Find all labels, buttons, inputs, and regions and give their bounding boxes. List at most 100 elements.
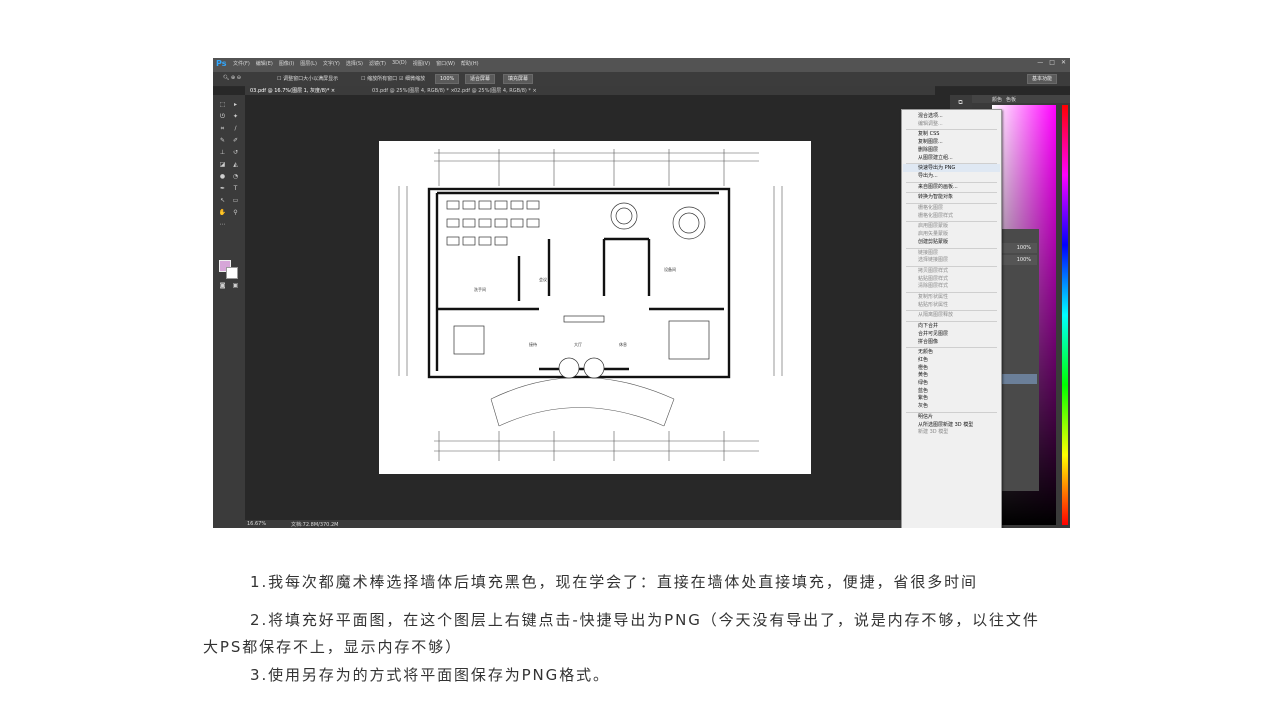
menu-item[interactable]: 图层(L) (300, 60, 317, 67)
screen-mode-icon[interactable]: ▣ (231, 282, 240, 289)
hand-tool-icon[interactable]: ✋ (218, 209, 227, 216)
menu-item[interactable]: 视图(V) (413, 60, 430, 67)
context-menu-item[interactable]: 复制形状属性 (918, 294, 948, 300)
menu-item[interactable]: 帮助(H) (461, 60, 479, 67)
context-menu-item[interactable]: 选择链接图层 (918, 257, 948, 263)
lasso-tool-icon[interactable]: ᘎ (218, 113, 227, 120)
paint-bucket-tool-icon[interactable]: ◭ (231, 161, 240, 168)
scrubby-zoom-label: 细微缩放 (405, 76, 426, 82)
zoom-level[interactable]: 16.67% (247, 521, 266, 527)
context-menu-item[interactable]: 拼合图像 (918, 339, 938, 345)
context-menu-item[interactable]: 转换为智能对象 (918, 194, 953, 200)
context-menu-item[interactable]: 栅格化图层 (918, 205, 943, 211)
context-menu-item[interactable]: 创建剪贴蒙版 (918, 239, 948, 245)
context-menu-item[interactable]: 明信片 (918, 414, 933, 420)
workspace-button[interactable]: 基本功能 (1027, 74, 1058, 84)
context-menu-item[interactable]: 无颜色 (918, 349, 933, 355)
context-menu-item[interactable]: 复制图层... (918, 139, 943, 145)
rectangle-tool-icon[interactable]: ▭ (231, 197, 240, 204)
menu-item[interactable]: 3D(D) (392, 60, 407, 67)
layer-opacity[interactable]: 100% (1017, 245, 1031, 251)
type-tool-icon[interactable]: T (231, 185, 240, 192)
context-menu-item[interactable]: 链接图层 (918, 250, 938, 256)
context-menu-item[interactable]: 粘贴形状属性 (918, 302, 948, 308)
context-menu-item[interactable]: 清除图层样式 (918, 283, 948, 289)
context-menu-item[interactable]: 黄色 (918, 372, 928, 378)
tab-swatches[interactable]: 色板 (1006, 96, 1016, 103)
close-icon[interactable]: ✕ (1061, 59, 1066, 66)
zoom-tool-icon[interactable]: 🔍︎ ⊕ ⊖ (223, 75, 241, 81)
context-menu-item[interactable]: 编辑调整... (918, 121, 943, 127)
menu-item[interactable]: 文件(F) (233, 60, 250, 67)
context-menu-item[interactable]: 拷贝图层样式 (918, 268, 948, 274)
zoom-all-checkbox[interactable]: ☐ 缩放所有窗口 (361, 75, 397, 82)
context-menu-item[interactable]: 从所选图层新建 3D 模型 (918, 422, 973, 428)
doc-size: 文档:72.8M/370.2M (291, 522, 339, 528)
context-menu-item[interactable]: 启用图层蒙版 (918, 223, 948, 229)
zoom-tool-icon[interactable]: ⚲ (231, 209, 240, 216)
dodge-tool-icon[interactable]: ◔ (231, 173, 240, 180)
context-menu-item[interactable]: 合并可见图层 (918, 331, 948, 337)
hue-slider[interactable] (1062, 105, 1068, 525)
background-color-swatch[interactable] (226, 267, 238, 279)
context-menu-item[interactable]: 新建 3D 模型 (918, 429, 948, 435)
fill-screen-button[interactable]: 填充屏幕 (503, 74, 534, 84)
healing-brush-tool-icon[interactable]: ✎ (218, 137, 227, 144)
context-menu-item[interactable]: 复制 CSS (918, 131, 939, 137)
menu-item[interactable]: 滤镜(T) (369, 60, 386, 67)
context-menu-item[interactable]: 红色 (918, 357, 928, 363)
layer-selected[interactable] (1001, 374, 1037, 384)
crop-tool-icon[interactable]: ⌗ (218, 125, 227, 132)
document-tab[interactable]: 03.pdf @ 25%(图层 4, RGB/8) * × (372, 87, 455, 94)
context-menu-item[interactable]: 从隔离图层释放 (918, 312, 953, 318)
context-menu-item[interactable]: 灰色 (918, 403, 928, 409)
room-label: 会议 (539, 276, 547, 282)
context-menu-item[interactable]: 橙色 (918, 365, 928, 371)
context-menu-item[interactable]: 来自图层的画板... (918, 184, 958, 190)
document-tab-active[interactable]: 03.pdf @ 16.7%(图层 1, 灰度/8)* × (250, 87, 335, 94)
context-menu-item[interactable]: 导出为... (918, 173, 938, 179)
marquee-tool-icon[interactable]: ⬚ (218, 101, 227, 108)
context-menu-item[interactable]: 删除图层 (918, 147, 938, 153)
path-selection-tool-icon[interactable]: ↖ (218, 197, 227, 204)
maximize-icon[interactable]: □ (1049, 59, 1055, 66)
move-tool-icon[interactable]: ▸ (231, 101, 240, 108)
context-menu-item[interactable]: 绿色 (918, 380, 928, 386)
menu-item[interactable]: 文字(Y) (323, 60, 340, 67)
more-tools-icon[interactable]: ⋯ (218, 221, 227, 228)
eraser-tool-icon[interactable]: ◪ (218, 161, 227, 168)
color-panel-tabs: 颜色 色板 (972, 95, 1070, 103)
menu-item[interactable]: 编辑(E) (256, 60, 273, 67)
context-menu-item[interactable]: 混合选项... (918, 113, 943, 119)
scrubby-zoom-checkbox[interactable]: ☑ 细微缩放 (399, 75, 425, 82)
context-menu-item[interactable]: 启用矢量蒙版 (918, 231, 948, 237)
resize-windows-checkbox[interactable]: ☐ 调整窗口大小以满屏显示 (277, 75, 338, 82)
blur-tool-icon[interactable]: ● (218, 173, 227, 180)
eyedropper-tool-icon[interactable]: ∕ (231, 125, 240, 132)
history-panel-icon[interactable]: ⧉ (956, 99, 965, 106)
quick-mask-icon[interactable]: ◙ (218, 282, 227, 289)
menu-item[interactable]: 窗口(W) (436, 60, 455, 67)
context-menu-item[interactable]: 粘贴图层样式 (918, 276, 948, 282)
history-brush-tool-icon[interactable]: ↺ (231, 149, 240, 156)
menu-item[interactable]: 选择(S) (346, 60, 363, 67)
context-menu-item[interactable]: 蓝色 (918, 388, 928, 394)
zoom-100-button[interactable]: 100% (435, 74, 460, 84)
magic-wand-tool-icon[interactable]: ✦ (231, 113, 240, 120)
brush-tool-icon[interactable]: ✐ (231, 137, 240, 144)
minimize-icon[interactable]: — (1037, 59, 1043, 66)
context-menu-item[interactable]: 从图层建立组... (918, 155, 953, 161)
tab-color[interactable]: 颜色 (992, 96, 1002, 103)
fit-screen-button[interactable]: 适合屏幕 (465, 74, 496, 84)
context-menu-item[interactable]: 栅格化图层样式 (918, 213, 953, 219)
floor-plan-document[interactable]: 会议 大厅 接待 休息 洗手间 设备间 (379, 141, 811, 474)
menu-item[interactable]: 图像(I) (279, 60, 294, 67)
document-tab[interactable]: 02.pdf @ 25%(图层 4, RGB/8) * × (454, 87, 537, 94)
pen-tool-icon[interactable]: ✒ (218, 185, 227, 192)
room-label: 洗手间 (474, 286, 486, 292)
clone-stamp-tool-icon[interactable]: ⊥ (218, 149, 227, 156)
context-menu-item[interactable]: 紫色 (918, 395, 928, 401)
context-menu-item[interactable]: 向下合并 (918, 323, 938, 329)
layer-fill[interactable]: 100% (1017, 257, 1031, 263)
context-menu-item[interactable]: 快速导出为 PNG (918, 165, 955, 171)
